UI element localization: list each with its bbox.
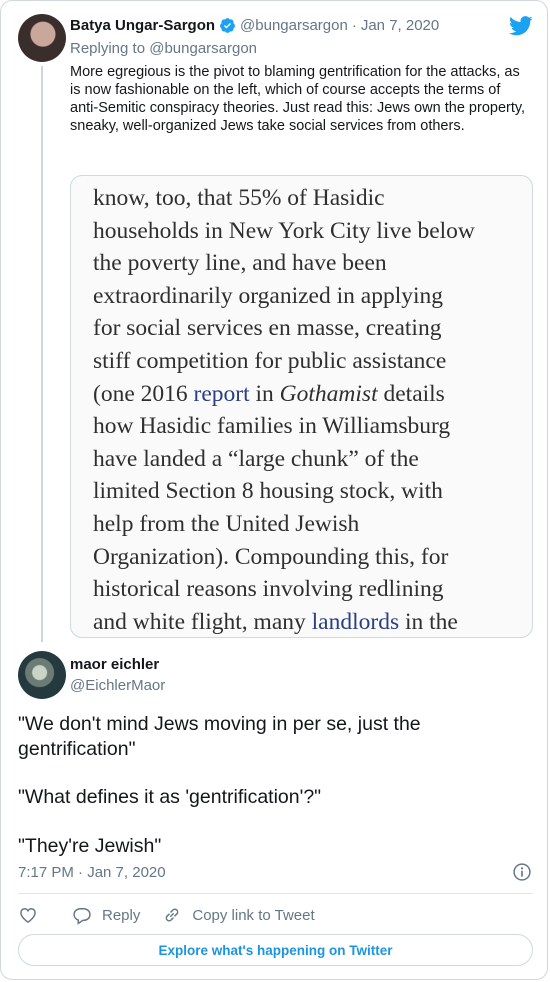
replying-prefix: Replying to [70,40,150,57]
action-bar: Reply Copy link to Tweet [18,904,315,926]
main-tweet-paragraph: "They're Jewish" [18,834,162,857]
attached-image[interactable]: know, too, that 55% of Hasidic household… [70,175,533,638]
main-tweet-text: "We don't mind Jews moving in per se, ju… [18,712,528,882]
parent-header: Batya Ungar-Sargon @bungarsargon · Jan 7… [70,17,439,34]
parent-author-name[interactable]: Batya Ungar-Sargon [70,17,215,34]
image-link-landlords: landlords [311,608,400,635]
image-line: details [377,380,445,407]
main-author-handle[interactable]: @EichlerMaor [70,677,165,694]
image-line: extraordinarily organized in applying [93,282,443,309]
image-line: (one 2016 [93,380,194,407]
link-icon [165,908,179,922]
image-line: in [249,380,280,407]
image-line: know, too, that 55% of Hasidic [93,185,385,211]
image-link-report: report [193,380,250,407]
image-italic-gothamist: Gothamist [279,380,378,407]
copy-link-label: Copy link to Tweet [192,906,315,924]
main-tweet-paragraph: "What defines it as 'gentrification'?" [18,786,322,808]
image-line: historical reasons involving redlining [93,576,444,603]
tweet-card: Batya Ungar-Sargon @bungarsargon · Jan 7… [0,0,548,980]
image-line: limited Section 8 housing stock, with [93,478,443,505]
parent-author-avatar[interactable] [18,14,66,62]
heart-icon [20,907,36,923]
main-tweet-timestamp[interactable]: 7:17 PM · Jan 7, 2020 [18,864,166,881]
copy-link-button[interactable]: Copy link to Tweet [162,905,315,925]
main-author-name[interactable]: maor eichler [70,656,159,673]
image-line: help from the United Jewish [93,510,360,537]
replying-to: Replying to @bungarsargon [70,40,257,57]
like-button[interactable] [18,905,38,925]
image-line: and white flight, many [93,608,312,635]
reply-label: Reply [102,906,141,924]
explore-twitter-button[interactable]: Explore what's happening on Twitter [18,934,533,966]
main-author-avatar[interactable] [18,651,66,699]
replying-handle[interactable]: @bungarsargon [149,40,257,57]
reply-button[interactable]: Reply [72,905,140,925]
parent-author-handle[interactable]: @bungarsargon [240,17,348,34]
image-line: how Hasidic families in Williamsburg [93,413,451,440]
image-line: Organization). Compounding this, for [93,543,449,570]
image-line: have landed a “large chunk” of the [93,445,419,472]
info-icon[interactable] [512,862,532,882]
image-line: the poverty line, and have been [93,250,387,277]
image-line: stiff competition for public assistance [93,347,447,374]
twitter-bird-icon[interactable] [509,16,533,36]
image-line: households in New York City live below [93,217,475,244]
parent-tweet-text: More egregious is the pivot to blaming g… [70,64,526,134]
image-line: in the [399,608,458,635]
reply-icon [73,908,91,925]
parent-date[interactable]: Jan 7, 2020 [361,17,439,34]
thread-line [41,66,43,642]
image-text-block: know, too, that 55% of Hasidic household… [93,182,475,637]
main-tweet-paragraph: "We don't mind Jews moving in per se, ju… [18,713,421,760]
verified-badge-icon [220,18,235,33]
image-line: for social services en masse, creating [93,315,442,342]
date-separator: · [351,17,357,34]
divider [18,893,533,894]
